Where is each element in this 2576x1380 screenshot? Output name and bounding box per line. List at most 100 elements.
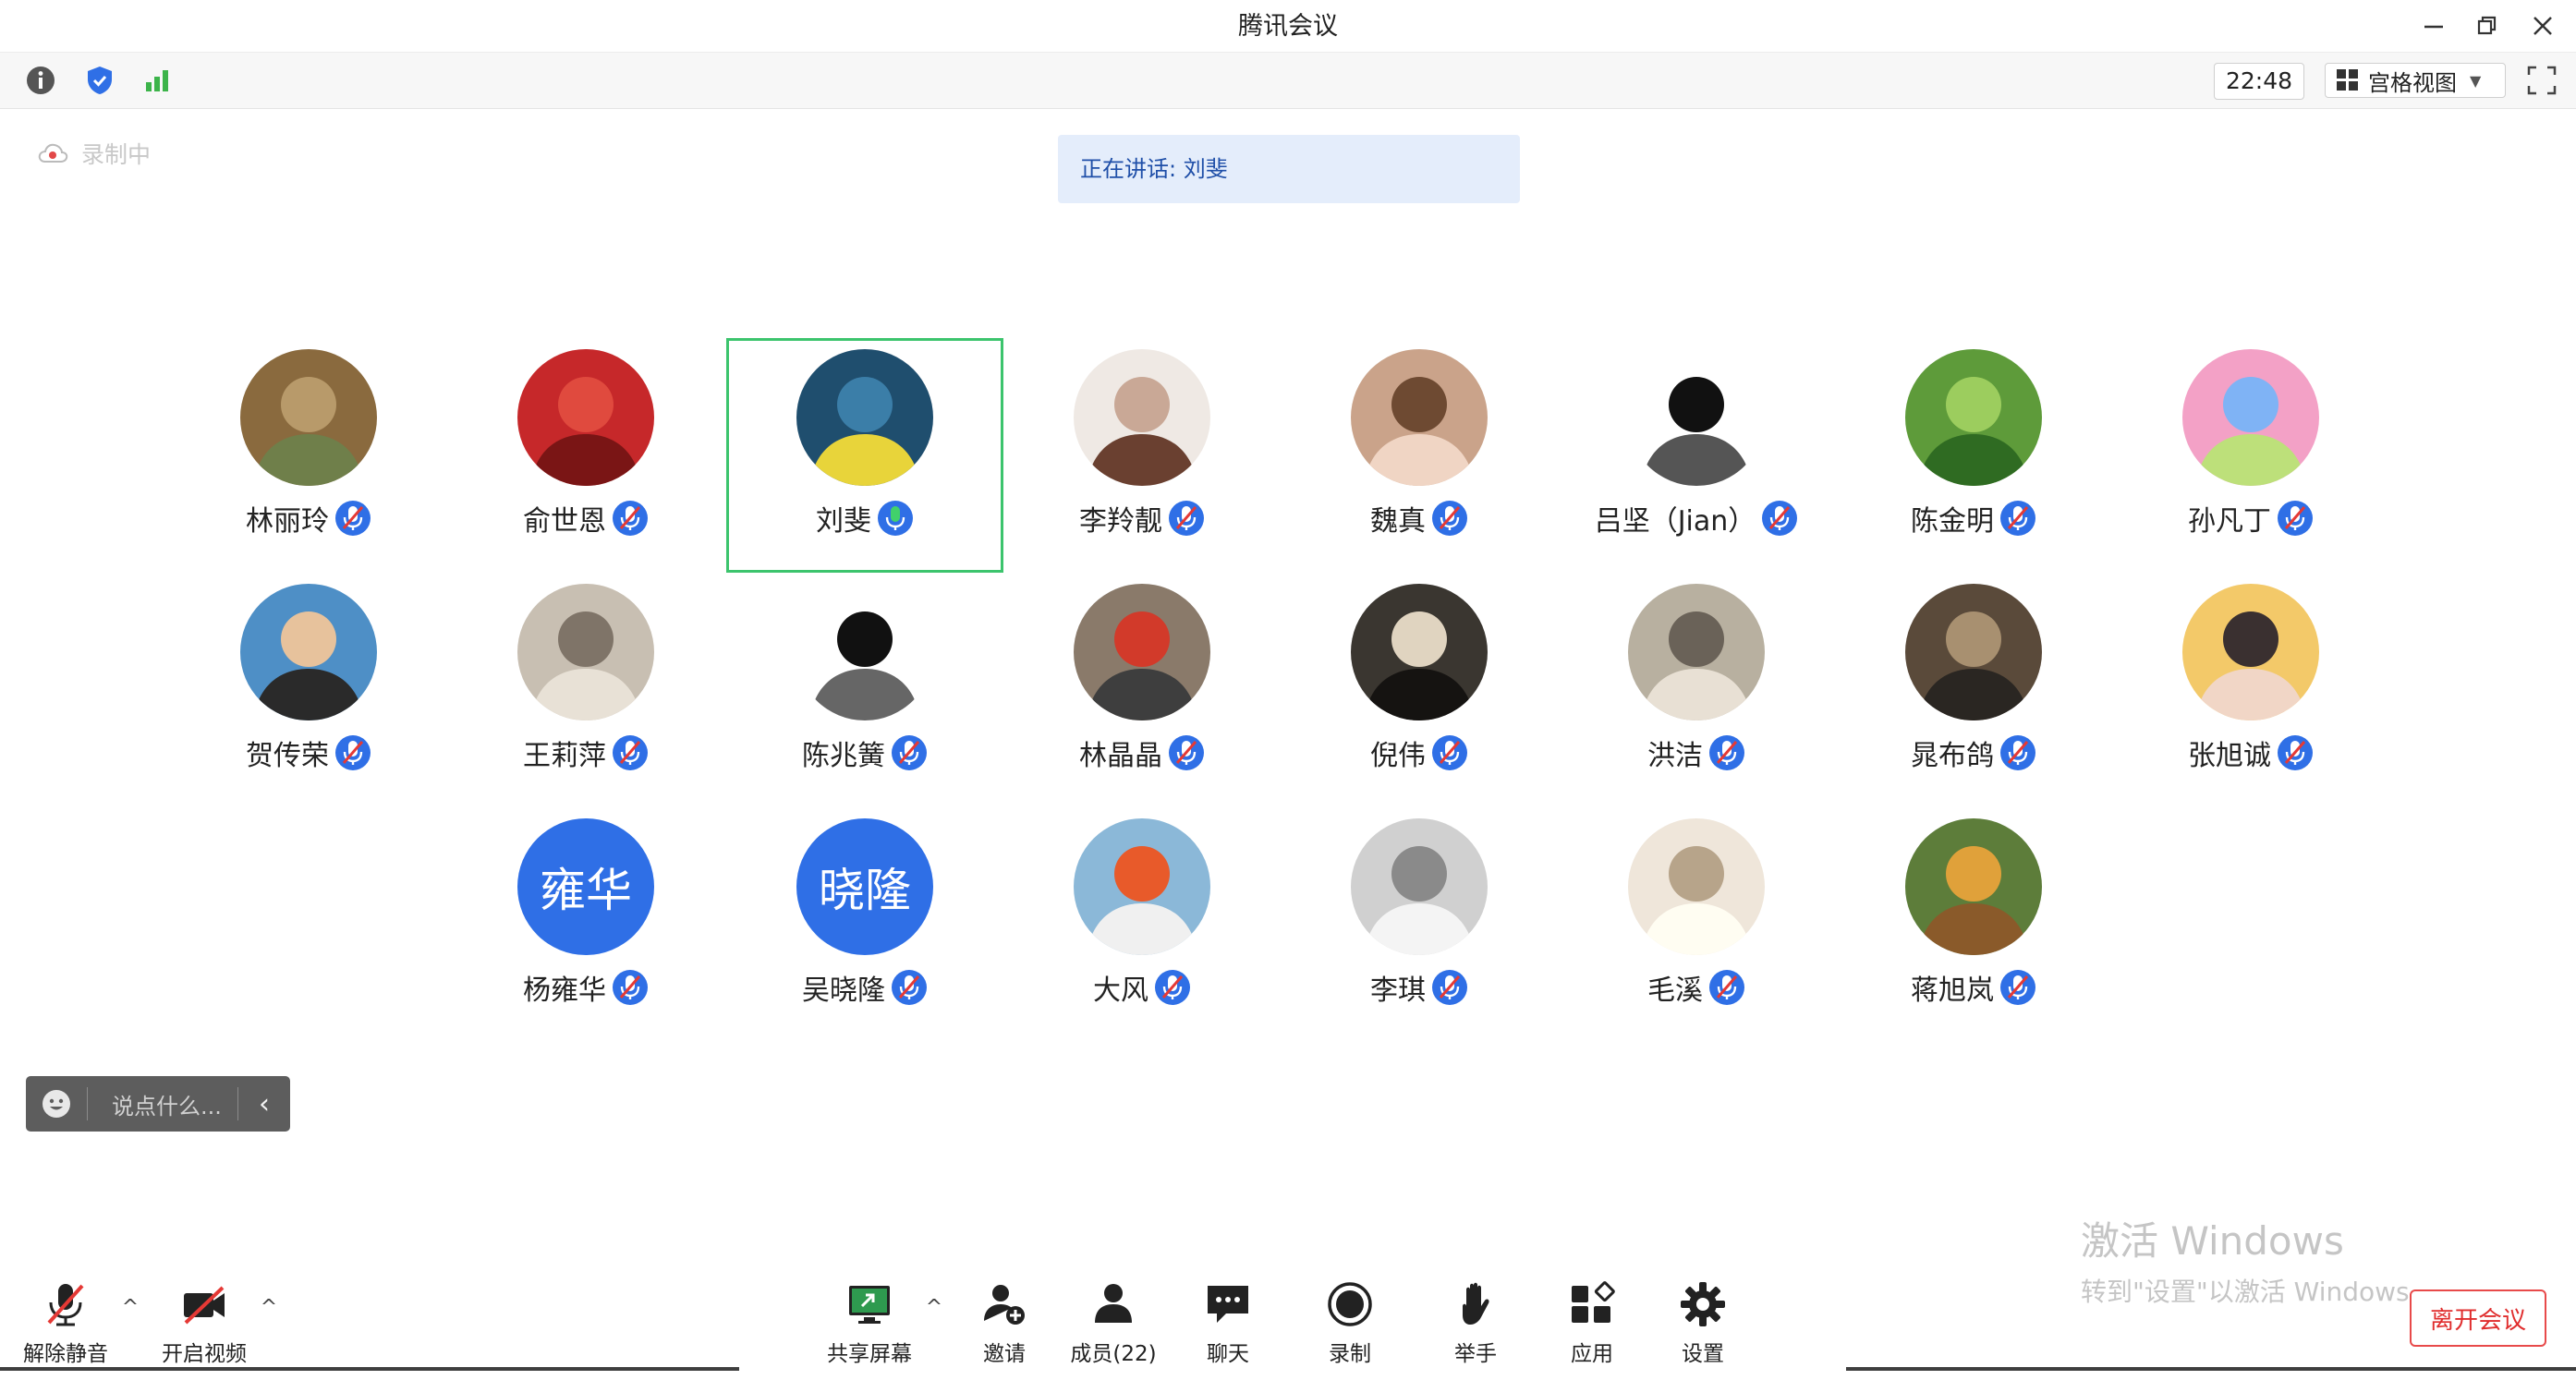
participant-tile[interactable]: 蒋旭岚 bbox=[1835, 807, 2112, 1042]
recording-indicator: 录制中 bbox=[37, 137, 151, 170]
mic-muted-icon bbox=[2000, 970, 2035, 1005]
invite-button[interactable]: 邀请 bbox=[954, 1278, 1055, 1380]
avatar-photo bbox=[1905, 349, 2042, 486]
members-icon bbox=[1095, 1284, 1132, 1323]
avatar-photo bbox=[1074, 584, 1210, 720]
mic-muted-icon bbox=[1155, 970, 1190, 1005]
audio-options-caret[interactable]: ^ bbox=[118, 1295, 142, 1319]
share-screen-button[interactable]: 共享屏幕 bbox=[819, 1278, 920, 1380]
participant-name: 林丽玲 bbox=[246, 505, 329, 538]
restore-button[interactable] bbox=[2465, 7, 2509, 44]
participant-name-row: 贺传荣 bbox=[170, 732, 447, 774]
participant-tile[interactable]: 吕坚（Jian） bbox=[1558, 338, 1835, 573]
participant-tile[interactable]: 孙凡丁 bbox=[2112, 338, 2389, 573]
avatar-photo bbox=[796, 584, 933, 720]
avatar-photo bbox=[1905, 818, 2042, 955]
emoji-button[interactable] bbox=[26, 1088, 87, 1120]
participant-avatar bbox=[1628, 584, 1765, 720]
participant-tile[interactable]: 倪伟 bbox=[1281, 573, 1558, 807]
participant-avatar bbox=[240, 584, 377, 720]
grid-view-icon bbox=[2337, 69, 2358, 91]
mic-muted-icon bbox=[1762, 501, 1798, 536]
mic-muted-icon bbox=[1169, 735, 1204, 770]
gear-icon bbox=[1681, 1282, 1725, 1326]
avatar-photo bbox=[1351, 584, 1488, 720]
participant-tile[interactable]: 林晶晶 bbox=[1003, 573, 1281, 807]
record-button[interactable]: 录制 bbox=[1299, 1278, 1401, 1380]
participant-name-row: 晁布鸽 bbox=[1835, 732, 2112, 774]
participant-tile[interactable]: 毛溪 bbox=[1558, 807, 1835, 1042]
participant-name-row: 俞世恩 bbox=[447, 497, 724, 539]
participant-name: 魏真 bbox=[1370, 505, 1426, 538]
participant-avatar bbox=[796, 584, 933, 720]
cloud-record-icon bbox=[38, 143, 68, 163]
participant-tile[interactable]: 李羚靓 bbox=[1003, 338, 1281, 573]
view-mode-dropdown[interactable]: 宫格视图 ▼ bbox=[2325, 63, 2506, 98]
avatar-photo bbox=[1628, 584, 1765, 720]
avatar-photo bbox=[2182, 584, 2319, 720]
mic-muted-icon bbox=[1432, 970, 1467, 1005]
avatar-photo bbox=[517, 349, 654, 486]
participant-tile[interactable]: 林丽玲 bbox=[170, 338, 447, 573]
members-button[interactable]: 成员(22) bbox=[1063, 1278, 1164, 1380]
participant-tile[interactable]: 雍华 杨雍华 bbox=[447, 807, 724, 1042]
network-status-button[interactable] bbox=[139, 62, 176, 99]
participant-tile[interactable]: 大风 bbox=[1003, 807, 1281, 1042]
unmute-button[interactable]: 解除静音 bbox=[15, 1278, 116, 1380]
info-icon bbox=[27, 67, 55, 94]
fullscreen-button[interactable] bbox=[2526, 65, 2558, 96]
participant-tile[interactable]: 陈兆簧 bbox=[726, 573, 1003, 807]
participant-name: 大风 bbox=[1093, 974, 1148, 1007]
avatar-photo bbox=[1905, 584, 2042, 720]
participant-tile[interactable]: 王莉萍 bbox=[447, 573, 724, 807]
security-button[interactable] bbox=[81, 62, 118, 99]
mic-muted-icon bbox=[1709, 735, 1744, 770]
participant-avatar bbox=[2182, 349, 2319, 486]
participant-tile[interactable]: 洪洁 bbox=[1558, 573, 1835, 807]
raise-hand-button[interactable]: 举手 bbox=[1425, 1278, 1526, 1380]
participant-tile[interactable]: 晁布鸽 bbox=[1835, 573, 2112, 807]
chevron-left-icon[interactable]: ‹ bbox=[238, 1088, 290, 1120]
participant-avatar bbox=[1351, 349, 1488, 486]
invite-label: 邀请 bbox=[983, 1342, 1026, 1366]
participant-avatar bbox=[1905, 584, 2042, 720]
participant-avatar: 雍华 bbox=[517, 818, 654, 955]
meeting-info-button[interactable] bbox=[22, 62, 59, 99]
participant-tile[interactable]: 贺传荣 bbox=[170, 573, 447, 807]
participant-tile[interactable]: 俞世恩 bbox=[447, 338, 724, 573]
chat-quick-input[interactable]: 说点什么... ‹ bbox=[26, 1076, 290, 1132]
participant-tile[interactable]: 陈金明 bbox=[1835, 338, 2112, 573]
raise-hand-icon bbox=[1463, 1282, 1489, 1325]
members-label: 成员(22) bbox=[1070, 1342, 1157, 1366]
share-options-caret[interactable]: ^ bbox=[922, 1295, 946, 1319]
chat-button[interactable]: 聊天 bbox=[1177, 1278, 1279, 1380]
participant-tile[interactable]: 张旭诚 bbox=[2112, 573, 2389, 807]
participant-name: 陈兆簧 bbox=[802, 740, 885, 772]
participant-tile[interactable]: 刘斐 bbox=[726, 338, 1003, 573]
emoji-icon bbox=[43, 1090, 70, 1118]
participant-tile[interactable]: 晓隆 吴晓隆 bbox=[726, 807, 1003, 1042]
participant-avatar bbox=[796, 349, 933, 486]
participant-name: 贺传荣 bbox=[246, 740, 329, 772]
settings-button[interactable]: 设置 bbox=[1652, 1278, 1754, 1380]
close-button[interactable] bbox=[2521, 7, 2565, 44]
participant-tile[interactable]: 李琪 bbox=[1281, 807, 1558, 1042]
mic-muted-icon bbox=[1169, 501, 1204, 536]
participant-tile[interactable]: 魏真 bbox=[1281, 338, 1558, 573]
raise-hand-label: 举手 bbox=[1454, 1342, 1497, 1366]
participant-avatar bbox=[1905, 349, 2042, 486]
leave-meeting-button[interactable]: 离开会议 bbox=[2410, 1289, 2546, 1347]
minimize-button[interactable] bbox=[2412, 7, 2456, 44]
video-off-icon bbox=[184, 1286, 225, 1325]
video-options-caret[interactable]: ^ bbox=[257, 1295, 281, 1319]
start-video-button[interactable]: 开启视频 bbox=[153, 1278, 255, 1380]
participant-name-row: 倪伟 bbox=[1281, 732, 1558, 774]
avatar-photo bbox=[1351, 349, 1488, 486]
invite-user-icon bbox=[984, 1285, 1025, 1325]
apps-button[interactable]: 应用 bbox=[1541, 1278, 1643, 1380]
chat-placeholder[interactable]: 说点什么... bbox=[88, 1088, 237, 1120]
participant-name-row: 蒋旭岚 bbox=[1835, 966, 2112, 1009]
mic-muted-icon bbox=[2278, 501, 2313, 536]
recording-label: 录制中 bbox=[81, 141, 152, 168]
mic-muted-icon bbox=[335, 501, 371, 536]
